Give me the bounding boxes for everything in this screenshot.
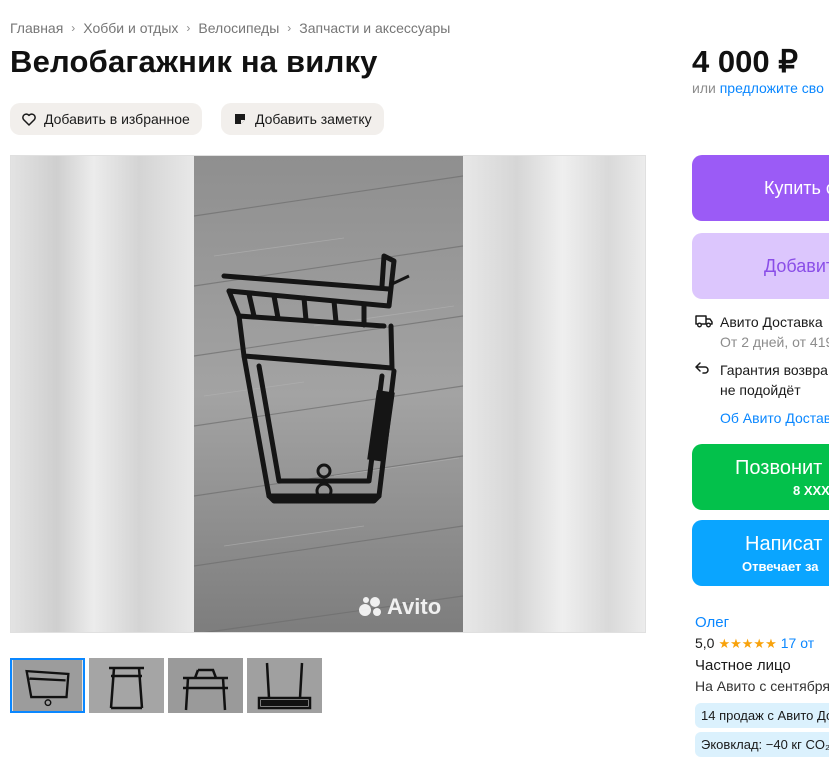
- guarantee-line2: не подойдёт: [720, 382, 801, 398]
- write-label: Написат: [745, 532, 823, 555]
- response-time: Отвечает за: [742, 558, 819, 574]
- gallery-blur-right: [462, 156, 645, 632]
- chevron-right-icon: ›: [287, 21, 292, 35]
- buy-label: Купить с: [764, 177, 829, 198]
- avito-logo-icon: [359, 597, 381, 616]
- breadcrumb-parts[interactable]: Запчасти и аксессуары: [299, 20, 450, 36]
- breadcrumb-home[interactable]: Главная: [10, 20, 63, 36]
- offer-price-line: или предложите сво: [692, 80, 824, 96]
- write-message-button[interactable]: Написат Отвечает за: [692, 520, 829, 586]
- offer-price-link[interactable]: предложите сво: [720, 80, 824, 96]
- show-phone-button[interactable]: Позвонит 8 XXX: [692, 444, 829, 510]
- heart-icon: [20, 110, 38, 128]
- favorites-label: Добавить в избранное: [44, 111, 190, 127]
- thumbnail[interactable]: [247, 658, 322, 713]
- chevron-right-icon: ›: [186, 21, 191, 35]
- delivery-terms: От 2 дней, от 419: [720, 334, 829, 350]
- eco-badge: Эковклад: −40 кг CO₂: [695, 732, 829, 757]
- guarantee-line1: Гарантия возвра: [720, 362, 828, 378]
- add-to-cart-button[interactable]: Добавит: [692, 233, 829, 299]
- note-icon: [231, 110, 249, 128]
- price: 4 000 ₽: [692, 44, 798, 79]
- add-cart-label: Добавит: [764, 255, 829, 276]
- delivery-info: Авито Доставка От 2 дней, от 419 Гаранти…: [695, 312, 829, 428]
- page-title: Велобагажник на вилку: [10, 44, 378, 79]
- buy-with-delivery-button[interactable]: Купить с: [692, 155, 829, 221]
- main-photo[interactable]: [194, 156, 463, 633]
- gallery-blur-left: [11, 156, 194, 632]
- breadcrumb-hobby[interactable]: Хобби и отдых: [83, 20, 178, 36]
- thumbnail-strip: [10, 658, 326, 713]
- photo-gallery[interactable]: Avito: [10, 155, 646, 633]
- star-rating-icon: ★★★★★: [718, 636, 777, 651]
- seller-reviews-link[interactable]: 17 от: [781, 635, 814, 651]
- delivery-title: Авито Доставка: [720, 314, 823, 330]
- seller-rating: 5,0: [695, 635, 715, 651]
- truck-icon: [695, 312, 720, 352]
- sales-badge: 14 продаж с Авито До: [695, 703, 829, 728]
- add-note-button[interactable]: Добавить заметку: [221, 103, 384, 135]
- add-to-favorites-button[interactable]: Добавить в избранное: [10, 103, 202, 135]
- phone-number: 8 XXX: [793, 482, 829, 498]
- seller-since: На Авито с сентября: [695, 678, 829, 694]
- offer-prefix: или: [692, 80, 716, 96]
- chevron-right-icon: ›: [71, 21, 76, 35]
- seller-type: Частное лицо: [695, 657, 791, 674]
- watermark-text: Avito: [387, 594, 442, 619]
- breadcrumb: Главная › Хобби и отдых › Велосипеды › З…: [10, 20, 450, 36]
- avito-watermark: Avito: [358, 594, 441, 620]
- thumbnail[interactable]: [168, 658, 243, 713]
- thumbnail[interactable]: [89, 658, 164, 713]
- about-delivery-link[interactable]: Об Авито Достав: [720, 408, 829, 428]
- call-label: Позвонит: [735, 456, 823, 479]
- thumbnail[interactable]: [10, 658, 85, 713]
- return-arrow-icon: [695, 360, 720, 400]
- seller-name[interactable]: Олег: [695, 614, 729, 631]
- note-label: Добавить заметку: [255, 111, 372, 127]
- breadcrumb-bicycles[interactable]: Велосипеды: [198, 20, 279, 36]
- seller-info: Олег 5,0 ★★★★★ 17 от Частное лицо На Авито…: [695, 612, 829, 757]
